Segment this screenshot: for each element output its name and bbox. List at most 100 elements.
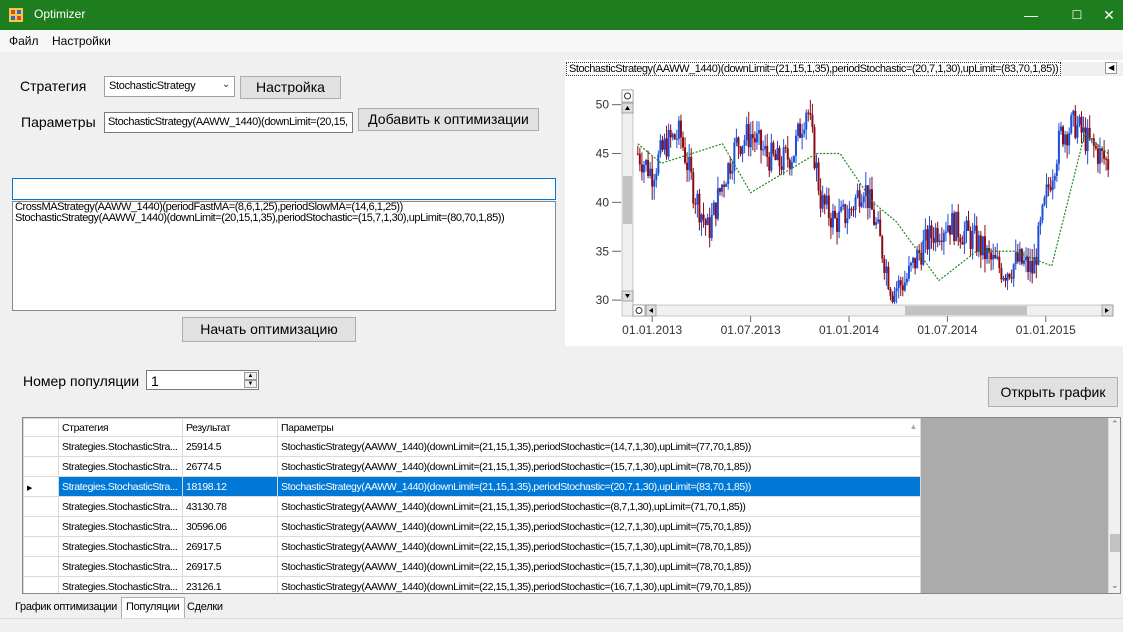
tab-deals[interactable]: Сделки [183,598,227,618]
table-row[interactable]: Strategies.StochasticStra... 30596.06 Stoc… [23,516,921,537]
population-grid[interactable]: Стратегия Результат Параметры ▲ Strategie… [22,417,1121,594]
cell-result[interactable]: 18198.12 [182,476,278,497]
row-header[interactable]: ▶ [23,476,59,497]
row-header[interactable] [23,576,59,593]
table-row[interactable]: Strategies.StochasticStra... 26917.5 Stoch… [23,556,921,577]
menu-file[interactable]: Файл [9,34,39,48]
cell-strategy[interactable]: Strategies.StochasticStra... [58,576,183,593]
spin-down-button[interactable]: ▼ [244,380,257,388]
sort-up-icon: ▲ [909,421,917,431]
cell-result[interactable]: 43130.78 [182,496,278,517]
candle-body [807,112,810,114]
candle-body [811,114,814,128]
candle-body [856,190,859,198]
strategy-settings-button[interactable]: Настройка [240,76,341,99]
candle-body [799,123,802,138]
cell-result[interactable]: 26917.5 [182,536,278,557]
row-header[interactable] [23,496,59,517]
column-header-params[interactable]: Параметры ▲ [277,418,921,437]
row-header[interactable] [23,436,59,457]
candle-body [1020,248,1023,264]
start-optimization-button[interactable]: Начать оптимизацию [182,317,356,342]
candle-body [1014,252,1017,265]
candle-body [681,137,684,148]
candle-body [757,130,760,134]
cell-result[interactable]: 25914.5 [182,436,278,457]
minimize-button[interactable]: — [1008,0,1054,30]
column-header-result[interactable]: Результат [182,418,278,437]
tab-optimization-chart[interactable]: График оптимизации [11,598,121,618]
row-header[interactable] [23,556,59,577]
candle-body [1016,252,1019,262]
candle-body [907,265,910,279]
table-row[interactable]: Strategies.StochasticStra... 25914.5 Stoch… [23,436,921,457]
cell-result[interactable]: 26917.5 [182,556,278,577]
row-header[interactable] [23,516,59,537]
chart-horizontal-scrollbar[interactable] [632,304,1114,317]
cell-params[interactable]: StochasticStrategy(AAWW_1440)(downLimit=… [277,456,921,477]
chevron-up-icon[interactable]: ⌃ [1111,419,1119,430]
cell-params[interactable]: StochasticStrategy(AAWW_1440)(downLimit=… [277,496,921,517]
cell-params[interactable]: StochasticStrategy(AAWW_1440)(downLimit=… [277,576,921,593]
table-header: Стратегия Результат Параметры ▲ [23,418,921,437]
candle-body [1098,148,1101,164]
cell-result[interactable]: 23126.1 [182,576,278,593]
cell-strategy[interactable]: Strategies.StochasticStra... [58,516,183,537]
menu-settings[interactable]: Настройки [52,34,111,48]
table-row[interactable]: Strategies.StochasticStra... 43130.78 Stoc… [23,496,921,517]
row-header[interactable] [23,456,59,477]
tab-populations[interactable]: Популяции [121,597,185,619]
table-row[interactable]: ▶ Strategies.StochasticStra... 18198.12 Sto… [23,476,921,497]
cell-params[interactable]: StochasticStrategy(AAWW_1440)(downLimit=… [277,536,921,557]
filter-input[interactable] [12,178,556,200]
table-row[interactable]: Strategies.StochasticStra... 23126.1 Stoch… [23,576,921,593]
cell-strategy[interactable]: Strategies.StochasticStra... [58,476,183,497]
cell-result[interactable]: 26774.5 [182,456,278,477]
candle-body [877,219,880,223]
cell-strategy[interactable]: Strategies.StochasticStra... [58,436,183,457]
cell-strategy[interactable]: Strategies.StochasticStra... [58,556,183,577]
maximize-button[interactable]: ☐ [1054,0,1100,30]
table-row[interactable]: Strategies.StochasticStra... 26774.5 Stoch… [23,456,921,477]
cell-strategy[interactable]: Strategies.StochasticStra... [58,456,183,477]
cell-params[interactable]: StochasticStrategy(AAWW_1440)(downLimit=… [277,476,921,497]
candle-body [971,230,974,249]
row-header[interactable] [23,536,59,557]
column-header-strategy[interactable]: Стратегия [58,418,183,437]
candle-body [801,133,804,138]
list-item[interactable]: StochasticStrategy(AAWW_1440)(downLimit=… [13,213,555,224]
x-tick-label: 01.07.2013 [721,323,781,337]
spin-up-button[interactable]: ▲ [244,372,257,380]
strategy-select[interactable]: StochasticStrategy ⌄ [104,76,235,97]
table-row[interactable]: Strategies.StochasticStra... 26917.5 Stoch… [23,536,921,557]
candle-body [965,220,968,232]
chevron-down-icon[interactable]: ⌄ [1111,580,1119,591]
open-chart-button[interactable]: Открыть график [988,377,1118,407]
y-axis: 30 35 40 45 50 [596,98,621,307]
candle-body [642,164,645,173]
candle-body [704,219,707,225]
params-input[interactable]: StochasticStrategy(AAWW_1440)(downLimit=… [104,112,353,133]
chart-vertical-scrollbar[interactable] [621,89,634,317]
candle-body [891,295,894,302]
cell-result[interactable]: 30596.06 [182,516,278,537]
grid-scroll-thumb[interactable] [1110,534,1120,552]
cell-params[interactable]: StochasticStrategy(AAWW_1440)(downLimit=… [277,556,921,577]
cell-params[interactable]: StochasticStrategy(AAWW_1440)(downLimit=… [277,516,921,537]
cell-strategy[interactable]: Strategies.StochasticStra... [58,496,183,517]
chevron-down-icon: ⌄ [221,79,230,90]
candle-body [930,225,933,239]
candle-body [729,163,732,174]
strategy-list[interactable]: CrossMAStrategy(AAWW_1440)(periodFastMA=… [12,201,556,311]
close-button[interactable]: ✕ [1095,0,1123,30]
candle-body [1068,132,1071,146]
population-spinner[interactable]: 1 ▲ ▼ [146,370,259,390]
chart-tab-scroll-left[interactable]: ◀ [1105,62,1117,74]
candle-body [753,138,756,143]
cell-strategy[interactable]: Strategies.StochasticStra... [58,536,183,557]
candle-body [979,235,982,256]
add-to-optimization-button[interactable]: Добавить к оптимизации [358,108,539,131]
candle-body [840,206,843,212]
grid-vertical-scrollbar[interactable]: ⌃ ⌄ [1108,418,1120,593]
cell-params[interactable]: StochasticStrategy(AAWW_1440)(downLimit=… [277,436,921,457]
